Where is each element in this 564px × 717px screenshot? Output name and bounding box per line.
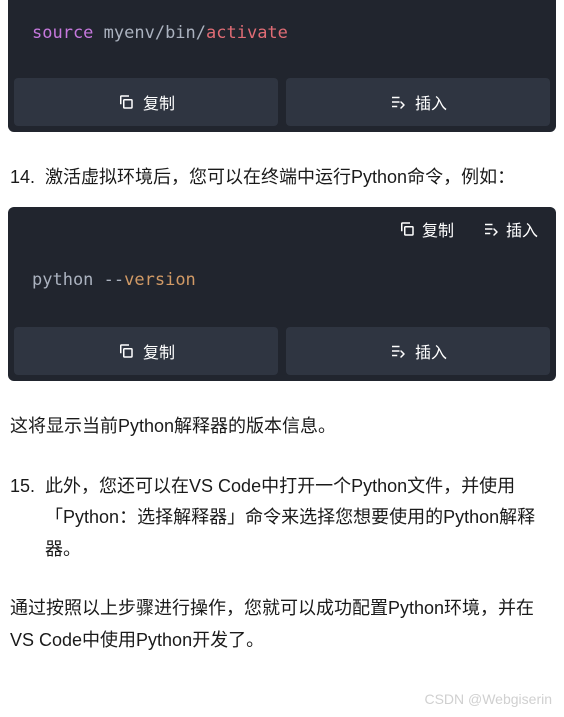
copy-label: 复制 bbox=[143, 90, 175, 114]
insert-label: 插入 bbox=[415, 90, 447, 114]
code-keyword: source bbox=[32, 23, 93, 43]
list-item-14: 14. 激活虚拟环境后，您可以在终端中运行Python命令，例如： bbox=[0, 148, 564, 208]
list-text: 此外，您还可以在VS Code中打开一个Python文件，并使用「Python：… bbox=[45, 471, 554, 566]
list-item-15: 15. 此外，您还可以在VS Code中打开一个Python文件，并使用「Pyt… bbox=[0, 457, 564, 580]
code-text: activate bbox=[206, 23, 288, 43]
code-text: myenv/bin/ bbox=[93, 23, 206, 43]
copy-button[interactable]: 复制 bbox=[14, 327, 278, 375]
insert-button[interactable]: 插入 bbox=[286, 327, 550, 375]
list-number: 15. bbox=[10, 471, 45, 566]
list-number: 14. bbox=[10, 162, 45, 194]
copy-label: 复制 bbox=[143, 339, 175, 363]
code-footer: 复制 插入 bbox=[8, 321, 556, 381]
header-insert-label: 插入 bbox=[506, 217, 538, 241]
code-block-1: source myenv/bin/activate 复制 插入 bbox=[8, 0, 556, 132]
copy-button[interactable]: 复制 bbox=[14, 78, 278, 126]
paragraph-version-info: 这将显示当前Python解释器的版本信息。 bbox=[0, 397, 564, 457]
code-content: python --version bbox=[8, 251, 556, 321]
copy-icon bbox=[398, 220, 416, 238]
watermark: CSDN @Webgiserin bbox=[424, 691, 552, 707]
copy-icon bbox=[117, 93, 135, 111]
paragraph-conclusion: 通过按照以上步骤进行操作，您就可以成功配置Python环境，并在VS Code中… bbox=[0, 579, 564, 670]
code-block-2: 复制 插入 python --version 复制 插入 bbox=[8, 207, 556, 381]
code-header: 复制 插入 bbox=[8, 207, 556, 251]
header-insert-button[interactable]: 插入 bbox=[482, 217, 538, 241]
header-copy-label: 复制 bbox=[422, 217, 454, 241]
insert-icon bbox=[482, 220, 500, 238]
header-copy-button[interactable]: 复制 bbox=[398, 217, 454, 241]
code-footer: 复制 插入 bbox=[8, 72, 556, 132]
code-text: version bbox=[124, 270, 196, 290]
insert-button[interactable]: 插入 bbox=[286, 78, 550, 126]
insert-icon bbox=[389, 93, 407, 111]
code-text: -- bbox=[104, 270, 124, 290]
copy-icon bbox=[117, 342, 135, 360]
code-text: python bbox=[32, 270, 104, 290]
code-content: source myenv/bin/activate bbox=[8, 0, 556, 72]
insert-label: 插入 bbox=[415, 339, 447, 363]
list-text: 激活虚拟环境后，您可以在终端中运行Python命令，例如： bbox=[45, 162, 554, 194]
insert-icon bbox=[389, 342, 407, 360]
